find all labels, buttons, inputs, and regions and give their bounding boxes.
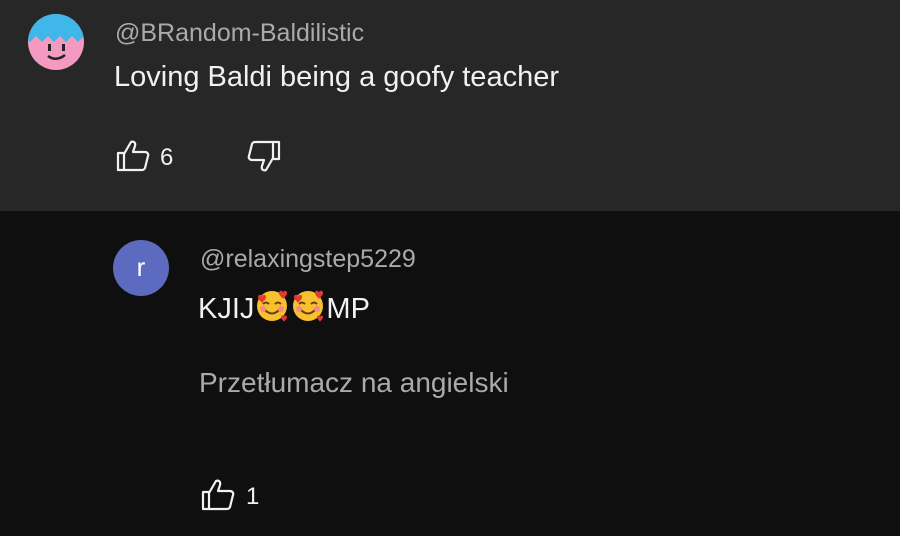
dislike-button[interactable] <box>246 138 282 174</box>
like-count: 6 <box>160 144 174 171</box>
comment-author-handle[interactable]: @BRandom-Baldilistic <box>115 19 364 48</box>
reply-text-start: KJIJ <box>198 293 255 325</box>
comment-text: Loving Baldi being a goofy teacher <box>114 61 559 93</box>
smiling-face-with-hearts-icon <box>254 288 290 332</box>
reply-like-count: 1 <box>246 483 260 510</box>
reply-author-handle[interactable]: @relaxingstep5229 <box>200 245 416 274</box>
smiling-face-with-hearts-icon <box>290 288 326 332</box>
thumbs-up-icon <box>116 140 150 172</box>
reply-text: KJIJ MP <box>198 288 370 332</box>
smiley-face-avatar-icon <box>28 14 84 70</box>
reply-text-end: MP <box>326 293 370 325</box>
translate-link[interactable]: Przetłumacz na angielski <box>199 367 509 399</box>
reply-avatar[interactable]: r <box>113 240 169 296</box>
like-button[interactable] <box>115 138 151 174</box>
reply-like-button[interactable] <box>200 477 236 513</box>
top-comment: @BRandom-Baldilistic Loving Baldi being … <box>0 0 900 211</box>
thumbs-down-icon <box>247 140 281 172</box>
avatar[interactable] <box>28 14 84 70</box>
thumbs-up-icon <box>201 479 235 511</box>
